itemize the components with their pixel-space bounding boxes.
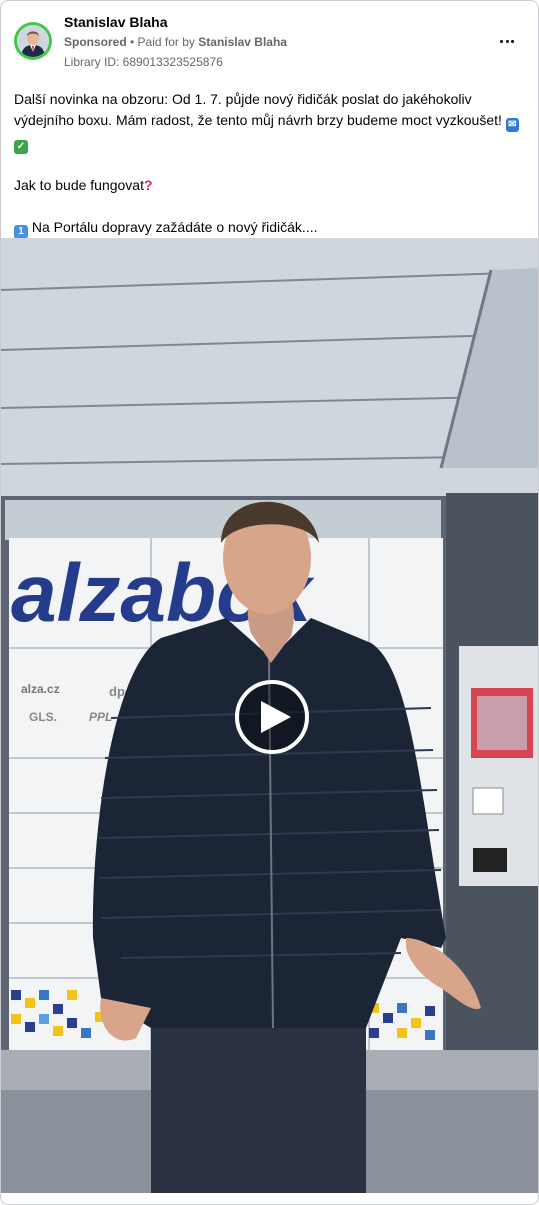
post-header: Stanislav Blaha Sponsored • Paid for by … <box>1 1 538 79</box>
post-text-line1: Další novinka na obzoru: Od 1. 7. půjde … <box>14 91 502 128</box>
sponsored-label: Sponsored <box>64 35 127 49</box>
mailbox-icon: ✉ <box>505 118 519 132</box>
more-horizontal-icon[interactable] <box>495 29 519 53</box>
paid-for-name[interactable]: Stanislav Blaha <box>198 35 287 49</box>
question-mark-icon: ? <box>144 177 153 193</box>
logo-gls: GLS. <box>29 710 57 724</box>
ad-post-card: Stanislav Blaha Sponsored • Paid for by … <box>0 0 539 1205</box>
logo-alza: alza.cz <box>21 682 60 696</box>
author-avatar[interactable] <box>14 22 52 60</box>
author-name[interactable]: Stanislav Blaha <box>64 14 168 30</box>
video-player[interactable]: alzabox alza.cz dpd GLS. PPL <box>1 238 538 1193</box>
sponsored-meta: Sponsored • Paid for by Stanislav Blaha <box>64 35 287 49</box>
post-text-line2: Jak to bude fungovat <box>14 177 144 193</box>
logo-ppl: PPL <box>89 710 112 724</box>
paid-for-prefix: • Paid for by <box>130 35 195 49</box>
keycap-one-icon: 1 <box>14 225 28 239</box>
avatar-portrait-icon <box>17 25 49 57</box>
post-text-line3: Na Portálu dopravy zažádáte o nový řidič… <box>31 219 318 235</box>
play-icon[interactable] <box>235 680 309 754</box>
avatar-photo <box>17 25 49 57</box>
check-mark-icon: ✓ <box>14 140 28 154</box>
post-body: Další novinka na obzoru: Od 1. 7. půjde … <box>14 89 524 239</box>
library-id: Library ID: 689013323525876 <box>64 55 223 69</box>
